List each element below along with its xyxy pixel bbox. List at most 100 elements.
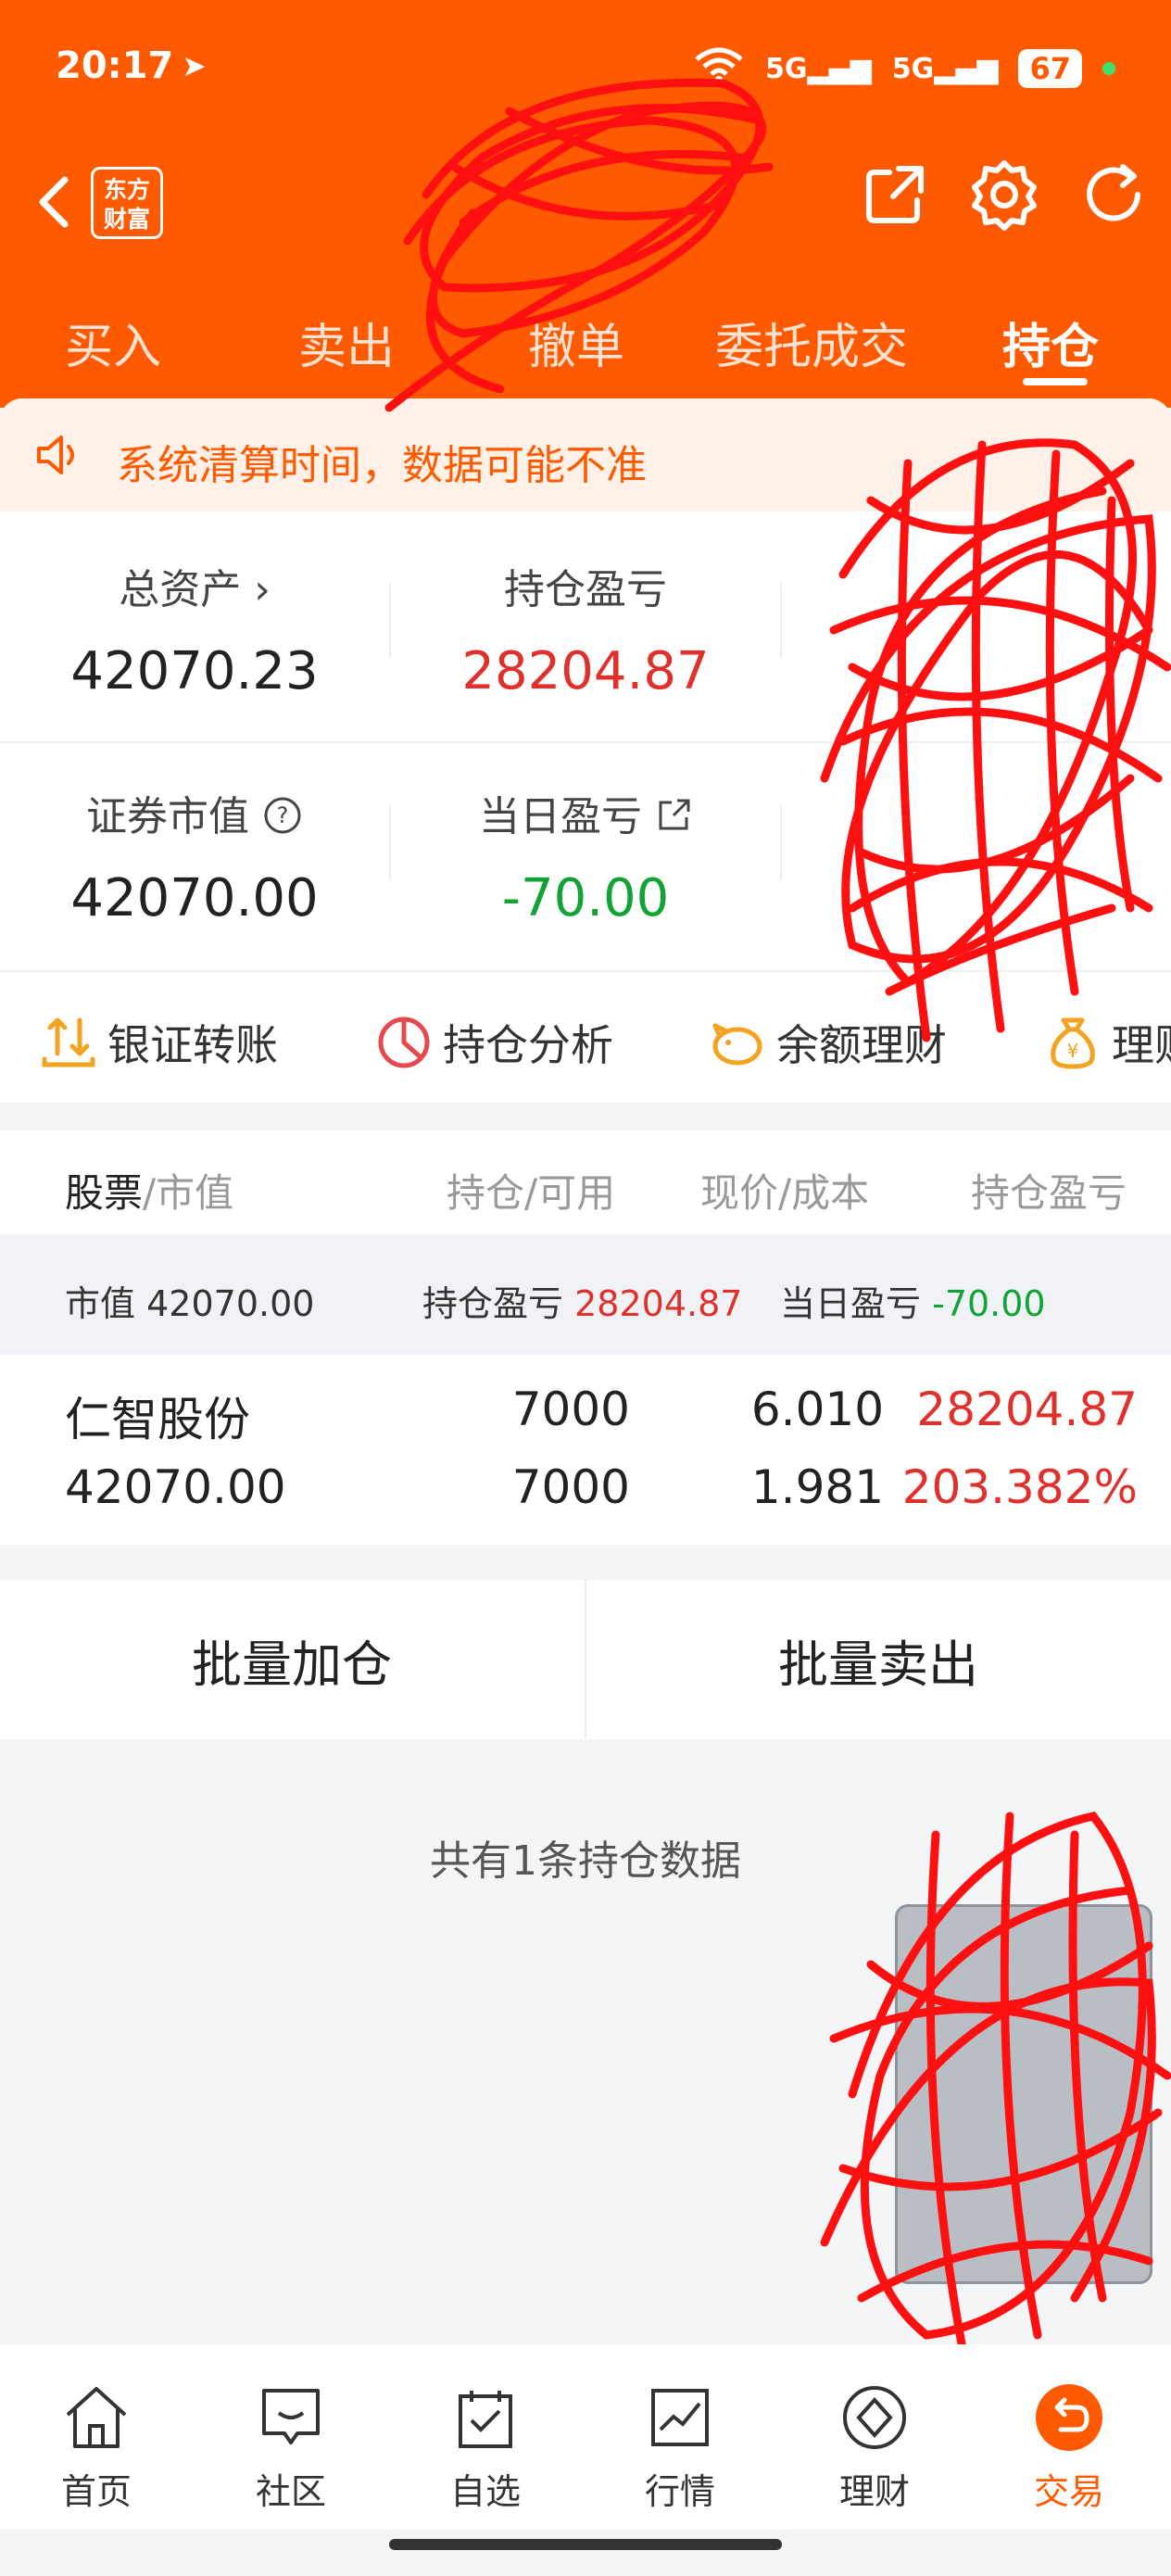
bottom-tab-wealth[interactable]: 理财	[800, 2381, 949, 2514]
bottom-tab-wealth-label: 理财	[838, 2471, 910, 2512]
total-assets[interactable]: 总资产 › 42070.23	[0, 556, 389, 701]
market-value-label-text: 证券市值	[86, 793, 249, 840]
share-icon[interactable]	[858, 158, 932, 232]
stock-position: 7000	[511, 1383, 630, 1436]
daily-pnl-value: -70.00	[501, 868, 670, 928]
bank-transfer-button[interactable]: 银证转账	[39, 1012, 278, 1073]
holdings-summary: 市值 42070.00 持仓盈亏 28204.87 当日盈亏 -70.00	[0, 1234, 1171, 1355]
svg-text:¥: ¥	[1067, 1040, 1079, 1062]
battery-indicator: 67	[1018, 49, 1082, 88]
active-tab-indicator	[1023, 378, 1088, 385]
position-analysis-label: 持仓分析	[443, 1020, 613, 1070]
summary-position-pnl: 持仓盈亏 28204.87	[422, 1275, 742, 1326]
column-position[interactable]: 持仓/可用	[447, 1162, 615, 1219]
total-assets-label: 总资产 ›	[119, 566, 271, 613]
pie-chart-icon	[378, 1017, 430, 1068]
bottom-tab-home[interactable]: 首页	[22, 2381, 170, 2514]
wifi-icon	[693, 46, 745, 91]
position-pnl-label: 持仓盈亏	[504, 566, 667, 613]
column-pnl[interactable]: 持仓盈亏	[971, 1162, 1127, 1219]
batch-sell-button[interactable]: 批量卖出	[586, 1580, 1170, 1739]
transfer-arrows-icon	[42, 1017, 95, 1067]
table-row[interactable]: 仁智股份 42070.00 7000 7000 6.010 1.981 2820…	[0, 1355, 1171, 1545]
bottom-tab-trade[interactable]: 交易	[995, 2381, 1143, 2514]
tab-buy[interactable]: 买入	[65, 308, 161, 377]
wealth-diamond-icon	[843, 2386, 906, 2449]
daily-pnl[interactable]: 当日盈亏 -70.00	[391, 783, 780, 928]
refresh-icon[interactable]	[1077, 158, 1151, 232]
batch-add-button[interactable]: 批量加仓	[0, 1580, 584, 1739]
balance-wealth-button[interactable]: 余额理财	[708, 1012, 947, 1073]
holdings-count: 共有1条持仓数据	[430, 1837, 741, 1885]
speaker-icon	[37, 436, 74, 474]
back-arrow-icon[interactable]	[28, 174, 83, 230]
divider	[0, 970, 1171, 972]
signal-icon-2: 5G▂▄▆	[891, 52, 999, 85]
brand-logo-line2: 财富	[103, 206, 150, 233]
tab-cancel[interactable]: 撤单	[528, 308, 624, 377]
daily-pnl-label-text: 当日盈亏	[479, 793, 642, 840]
stock-price: 6.010	[750, 1383, 884, 1436]
position-pnl: 持仓盈亏 28204.87	[391, 556, 780, 701]
help-circle-icon[interactable]: ?	[262, 795, 303, 836]
bottom-tab-bar: 首页 社区 自选 行情 理财 交易	[0, 2344, 1171, 2530]
securities-market-value-value: 42070.00	[70, 868, 319, 928]
tab-positions[interactable]: 持仓	[1002, 308, 1099, 377]
notice-text: 系统清算时间，数据可能不准	[117, 442, 647, 489]
balance-wealth-label: 余额理财	[776, 1020, 947, 1070]
chat-bubble-icon	[262, 2389, 320, 2444]
bank-transfer-label: 银证转账	[107, 1020, 278, 1070]
position-pnl-value: 28204.87	[461, 641, 710, 701]
piggy-bank-icon	[712, 1023, 762, 1066]
summary-mv-label: 市值	[65, 1283, 136, 1324]
bottom-tab-market[interactable]: 行情	[606, 2381, 754, 2514]
wealth-label: 理财	[1112, 1020, 1171, 1070]
total-assets-value: 42070.23	[70, 641, 319, 701]
header-actions	[858, 158, 1151, 232]
money-bag-icon: ¥	[1051, 1017, 1095, 1069]
position-analysis-button[interactable]: 持仓分析	[374, 1012, 613, 1073]
account-card: 系统清算时间，数据可能不准 总资产 › 42070.23 持仓盈亏 28204.…	[0, 398, 1171, 1103]
stock-market-value: 42070.00	[65, 1460, 286, 1514]
column-stock-value[interactable]: 股票/市值	[65, 1162, 233, 1219]
tab-orders[interactable]: 委托成交	[715, 308, 908, 377]
market-chart-icon	[651, 2389, 709, 2446]
bottom-tab-watchlist-label: 自选	[449, 2471, 521, 2512]
stock-pnl: 28204.87	[916, 1383, 1138, 1436]
column-value-label: /市值	[143, 1170, 234, 1216]
status-indicators: 5G▂▄▆ 5G▂▄▆ 67	[693, 46, 1115, 91]
settings-gear-icon[interactable]	[967, 158, 1041, 232]
status-bar: 20:17 ➤ 5G▂▄▆ 5G▂▄▆ 67	[0, 0, 1171, 139]
stock-cost: 1.981	[750, 1460, 884, 1514]
batch-actions: 批量加仓 批量卖出	[0, 1580, 1171, 1739]
svg-text:?: ?	[277, 802, 289, 828]
home-icon	[66, 2387, 127, 2448]
wealth-button[interactable]: ¥ 理财	[1043, 1012, 1171, 1073]
app-header: 20:17 ➤ 5G▂▄▆ 5G▂▄▆ 67 东方 财富 买入 卖出 撤单 委托…	[0, 0, 1171, 408]
daily-pnl-label: 当日盈亏	[391, 783, 780, 842]
column-stock-label: 股票	[65, 1170, 144, 1216]
home-indicator[interactable]	[389, 2539, 782, 2550]
divider	[780, 584, 782, 658]
holdings-table-header: 股票/市值 持仓/可用 现价/成本 持仓盈亏	[0, 1130, 1171, 1234]
bottom-tab-community[interactable]: 社区	[217, 2381, 365, 2514]
quick-actions: 银证转账 持仓分析 余额理财 ¥ 理财	[0, 973, 1171, 1103]
summary-market-value: 市值 42070.00	[65, 1275, 314, 1326]
summary-mv-value: 42070.00	[146, 1283, 315, 1324]
stock-name: 仁智股份	[65, 1393, 250, 1446]
summary-daily-value: -70.00	[932, 1283, 1046, 1324]
bottom-tab-watchlist[interactable]: 自选	[411, 2381, 560, 2514]
tab-sell[interactable]: 卖出	[298, 308, 395, 377]
summary-daily-label: 当日盈亏	[780, 1283, 922, 1324]
notice-banner: 系统清算时间，数据可能不准	[0, 398, 1171, 511]
floating-widget[interactable]	[895, 1904, 1152, 2284]
divider	[780, 806, 782, 880]
signal-icon: 5G▂▄▆	[765, 52, 872, 85]
securities-market-value: 证券市值 ? 42070.00	[0, 783, 389, 928]
external-link-icon[interactable]	[655, 797, 692, 834]
stock-available: 7000	[511, 1460, 630, 1514]
trade-tabs: 买入 卖出 撤单 委托成交 持仓	[0, 297, 1171, 389]
column-price[interactable]: 现价/成本	[700, 1162, 869, 1219]
summary-daily-pnl: 当日盈亏 -70.00	[780, 1275, 1046, 1326]
securities-market-value-label: 证券市值 ?	[0, 783, 389, 842]
